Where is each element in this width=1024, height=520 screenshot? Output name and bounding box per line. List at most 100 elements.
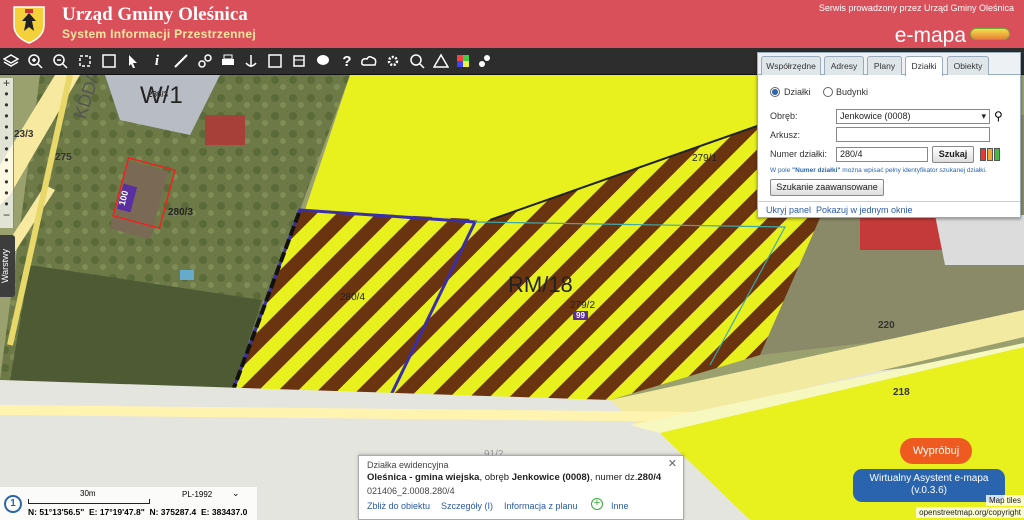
obreb-select-value: Jenkowice (0008) (840, 111, 911, 121)
panel-divider (758, 201, 1020, 202)
zone-label-rm18: RM/18 (508, 272, 573, 297)
zoom-out-icon[interactable] (49, 50, 71, 72)
obreb-select[interactable]: Jenkowice (0008) ▾ (836, 109, 990, 124)
crs-label: PL-1992 (182, 490, 213, 499)
geo-coordinates: N: 51°13'56.5" E: 17°19'47.8" N: 375287.… (28, 507, 247, 517)
parcel-label-220: 220 (878, 320, 895, 331)
search-button[interactable]: Szukaj (932, 146, 974, 163)
comment-icon[interactable] (312, 50, 334, 72)
osm-attribution-link[interactable]: openstreetmap.org/copyright (916, 507, 1024, 518)
lat-coord: N: 51°13'56.5" (28, 507, 85, 517)
advanced-search-button[interactable]: Szukanie zaawansowane (770, 179, 884, 196)
other-link[interactable]: Inne (611, 501, 629, 511)
measure-icon[interactable] (170, 50, 192, 72)
search-map-icon[interactable] (406, 50, 428, 72)
coat-of-arms-icon[interactable] (8, 3, 50, 45)
arkusz-input[interactable] (836, 127, 990, 142)
obreb-label: Obręb: (770, 111, 798, 121)
pointer-icon[interactable] (122, 50, 144, 72)
link-icon[interactable] (194, 50, 216, 72)
parcel-label-275: 275 (55, 152, 72, 163)
app-header: Urząd Gminy Oleśnica System Informacji P… (0, 0, 1024, 48)
virtual-assistant-button[interactable]: Wirtualny Asystent e-mapa (v.0.3.6) (853, 469, 1005, 502)
zoom-to-object-link[interactable]: Zbliż do obiektu (367, 501, 430, 511)
popup-obreb: Jenkowice (0008) (511, 472, 590, 483)
popup-heading: Działka ewidencyjna (367, 460, 449, 470)
print-icon[interactable] (217, 50, 239, 72)
proj-e-coord: E: 383437.0 (201, 507, 248, 517)
tab-objects[interactable]: Obiekty (947, 56, 989, 75)
more-plus-icon[interactable]: + (591, 498, 603, 510)
parcel-label-2791: 279/1 (692, 153, 718, 164)
address-badge-99: 99 (573, 311, 588, 320)
info-icon[interactable]: i (146, 50, 168, 72)
hint-bold: "Numer działki" (792, 167, 841, 174)
popup-number: 280/4 (637, 472, 662, 483)
parcel-label-233: 23/3 (14, 129, 34, 140)
layers-icon[interactable] (0, 50, 22, 72)
parcel-label-2804: 280/4 (340, 292, 366, 303)
close-icon[interactable]: ✕ (668, 457, 677, 470)
help-icon[interactable]: ? (336, 50, 358, 72)
user-location-icon[interactable] (474, 50, 496, 72)
cloud-icon[interactable] (358, 50, 380, 72)
info-circle-icon[interactable]: 1 (4, 495, 22, 513)
popup-sep2: , numer dz. (589, 472, 638, 483)
popup-description: Oleśnica - gmina wiejska, obręb Jenkowic… (367, 472, 661, 483)
zoom-slider[interactable]: + • • • • • • • • • • • − (0, 77, 14, 228)
scale-label: 30m (80, 489, 96, 498)
scale-bar: 1 30m PL-1992 ⌄ N: 51°13'56.5" E: 17°19'… (0, 487, 257, 520)
color-palette-icon[interactable] (452, 50, 474, 72)
try-me-button[interactable]: Wypróbuj mnie (900, 438, 972, 483)
assistant-version: (v.0.3.6) (911, 485, 947, 496)
bookmark-icon[interactable] (288, 50, 310, 72)
tab-coordinates[interactable]: Współrzędne (761, 56, 821, 75)
single-window-link[interactable]: Pokazuj w jednym oknie (816, 205, 913, 215)
anchor-icon[interactable] (240, 50, 262, 72)
radio-buildings-label: Budynki (836, 87, 869, 97)
parcel-number-input[interactable]: 280/4 (836, 147, 928, 162)
proj-n-coord: N: 375287.4 (149, 507, 197, 517)
plan-info-link[interactable]: Informacja z planu (504, 501, 578, 511)
arkusz-label: Arkusz: (770, 130, 801, 140)
map-tiles-attribution: Map tiles (985, 495, 1024, 506)
brand-label: e-mapa (894, 24, 966, 47)
search-panel: Współrzędne Adresy Plany Działki Obiekty… (757, 52, 1021, 218)
app-subtitle: System Informacji Przestrzennej (62, 27, 257, 41)
crs-chevron-down-icon[interactable]: ⌄ (232, 488, 240, 499)
search-icon[interactable]: ⚲ (994, 109, 1003, 123)
tab-plans[interactable]: Plany (867, 56, 902, 75)
tab-parcels[interactable]: Działki (905, 56, 943, 76)
popup-sep1: , obręb (479, 472, 512, 483)
hint-prefix: W pole (770, 167, 793, 174)
parcel-label-2803: 280/3 (168, 207, 194, 218)
color-green-icon[interactable] (994, 148, 1000, 161)
parcel-info-popup: Działka ewidencyjna ✕ Oleśnica - gmina w… (358, 455, 684, 520)
zoom-minus-icon[interactable]: − (0, 209, 13, 221)
zoom-selection-icon[interactable] (98, 50, 120, 72)
popup-identifier: 021406_2.0008.280/4 (367, 486, 455, 496)
parcel-number-label: Numer działki: (770, 149, 828, 159)
export-icon[interactable] (264, 50, 286, 72)
chevron-down-icon: ▾ (981, 111, 986, 121)
zoom-in-icon[interactable] (24, 50, 46, 72)
app-title: Urząd Gminy Oleśnica (62, 4, 248, 25)
hint-suffix: można wpisać pełny identyfikator szukane… (840, 167, 987, 174)
color-red-icon[interactable] (980, 148, 986, 161)
warning-icon[interactable] (430, 50, 452, 72)
popup-gmina: Oleśnica - gmina wiejska (367, 472, 480, 483)
panel-tabs: Współrzędne Adresy Plany Działki Obiekty (758, 53, 1020, 76)
color-orange-icon[interactable] (987, 148, 993, 161)
zoom-extent-icon[interactable] (74, 50, 96, 72)
parcel-label-2792: 279/2 (570, 300, 596, 311)
service-note: Serwis prowadzony przez Urząd Gminy Oleś… (818, 3, 1014, 13)
tab-addresses[interactable]: Adresy (824, 56, 864, 75)
parcel-label-2803-top: 280/3 (148, 90, 169, 99)
layers-tab[interactable]: Warstwy (0, 235, 15, 297)
radio-parcels[interactable] (770, 87, 780, 97)
hide-panel-link[interactable]: Ukryj panel (766, 205, 811, 215)
radio-buildings[interactable] (823, 87, 833, 97)
scale-ruler (28, 499, 150, 504)
details-link[interactable]: Szczegóły (I) (441, 501, 493, 511)
settings-icon[interactable] (382, 50, 404, 72)
